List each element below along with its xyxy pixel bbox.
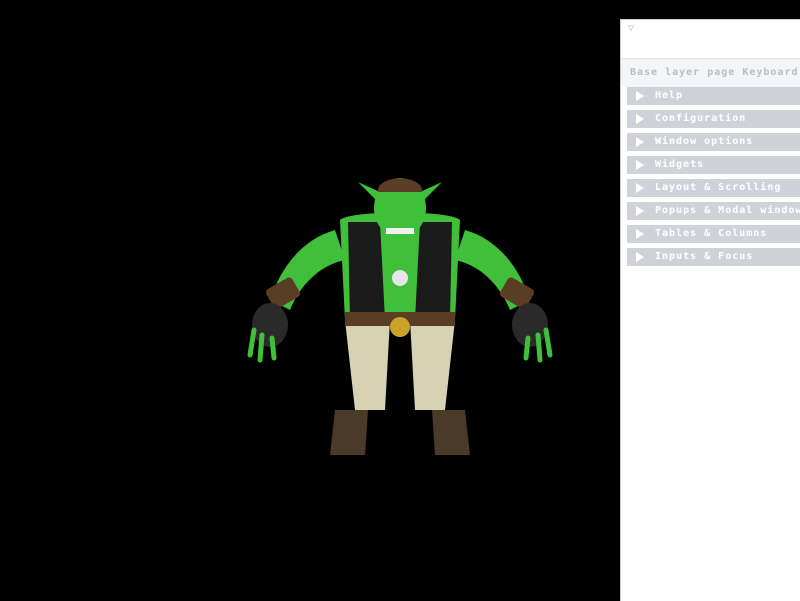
section-header[interactable]: Configuration	[627, 110, 800, 128]
section-header[interactable]: Inputs & Focus	[627, 248, 800, 266]
expand-triangle-icon	[636, 114, 644, 124]
collapse-triangle-icon[interactable]: ▽	[628, 24, 634, 34]
section-header[interactable]: Popups & Modal windows	[627, 202, 800, 220]
expand-triangle-icon	[636, 137, 644, 147]
section-header-label: Tables & Columns	[655, 228, 768, 239]
expand-triangle-icon	[636, 160, 644, 170]
section-header-label: Layout & Scrolling	[655, 182, 782, 193]
section-header[interactable]: Widgets	[627, 156, 800, 174]
options-panel: ▽ Base layer page Keyboard Options Help C…	[620, 19, 800, 601]
panel-header: Base layer page Keyboard Options	[621, 58, 800, 87]
panel-header-text: Base layer page Keyboard Options	[630, 67, 800, 78]
3d-viewport[interactable]	[0, 0, 620, 600]
section-header[interactable]: Window options	[627, 133, 800, 151]
expand-triangle-icon	[636, 206, 644, 216]
expand-triangle-icon	[636, 229, 644, 239]
section-list: Help Configuration Window options Widgets La…	[627, 87, 800, 271]
section-header-label: Help	[655, 90, 684, 101]
panel-title-bar: ▽	[621, 20, 800, 58]
section-header-label: Popups & Modal windows	[655, 205, 800, 216]
section-header[interactable]: Layout & Scrolling	[627, 179, 800, 197]
section-header-label: Configuration	[655, 113, 747, 124]
section-header-label: Inputs & Focus	[655, 251, 754, 262]
section-header-label: Widgets	[655, 159, 705, 170]
expand-triangle-icon	[636, 183, 644, 193]
expand-triangle-icon	[636, 91, 644, 101]
section-header[interactable]: Tables & Columns	[627, 225, 800, 243]
section-header-label: Window options	[655, 136, 754, 147]
orc-character-model	[247, 178, 553, 455]
section-header[interactable]: Help	[627, 87, 800, 105]
expand-triangle-icon	[636, 252, 644, 262]
